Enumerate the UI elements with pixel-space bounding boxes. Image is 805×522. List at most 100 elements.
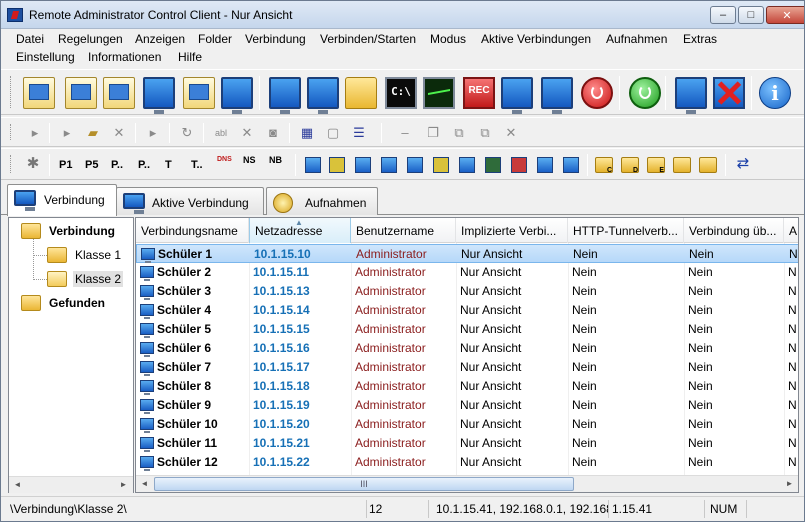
scroll-thumb[interactable]: III <box>154 477 574 491</box>
scroll-left-icon[interactable]: ◄ <box>136 476 153 492</box>
tab-aufnahmen[interactable]: Aufnahmen <box>266 187 378 215</box>
settings-monitor-icon[interactable] <box>221 77 253 114</box>
table-row[interactable]: Schüler 6 10.1.15.16 Administrator Nur Ansi… <box>136 339 798 358</box>
rename-icon[interactable]: abl <box>213 125 229 141</box>
table-row[interactable]: Schüler 3 10.1.15.13 Administrator Nur Ansi… <box>136 282 798 301</box>
menu-einstellung[interactable]: Einstellung <box>15 50 76 64</box>
menu-aufnahmen[interactable]: Aufnahmen <box>605 32 668 46</box>
tile-icon[interactable]: ⧉ <box>477 125 493 141</box>
menu-hilfe[interactable]: Hilfe <box>177 50 203 64</box>
scroll-document-icon[interactable] <box>65 77 97 109</box>
full-control-icon[interactable] <box>269 77 301 114</box>
nbstat-button[interactable]: NB <box>269 156 287 174</box>
tools-icon[interactable]: ✱ <box>25 156 41 172</box>
processes-icon[interactable] <box>433 157 449 173</box>
restore-child-icon[interactable]: ❐ <box>425 125 441 141</box>
shutdown-icon[interactable] <box>581 77 613 109</box>
toolbar-grip[interactable] <box>10 155 13 173</box>
menu-anzeigen[interactable]: Anzeigen <box>134 32 186 46</box>
tree-node-gefunden[interactable]: Gefunden <box>21 292 107 314</box>
menu-verbindung[interactable]: Verbindung <box>244 32 307 46</box>
large-icons-view-icon[interactable]: ▦ <box>299 125 315 141</box>
menu-informationen[interactable]: Informationen <box>87 50 162 64</box>
open-drive-icon[interactable] <box>673 157 691 173</box>
record-icon[interactable]: REC <box>463 77 495 109</box>
table-row[interactable]: Schüler 11 10.1.15.21 Administrator Nur Ans… <box>136 434 798 453</box>
menu-extras[interactable]: Extras <box>682 32 718 46</box>
scroll-left-icon[interactable]: ◄ <box>9 477 26 493</box>
tree-node-klasse-1[interactable]: Klasse 1 <box>47 244 123 266</box>
traffic-monitor-icon[interactable] <box>423 77 455 109</box>
ping-custom-button[interactable]: P.. <box>138 156 156 174</box>
event-log-icon[interactable] <box>485 157 501 173</box>
column-header-benutzername[interactable]: Benutzername <box>351 218 456 243</box>
drive-e-icon[interactable]: E <box>647 157 665 174</box>
menu-verbinden-starten[interactable]: Verbinden/Starten <box>319 32 417 46</box>
toolbar-grip[interactable] <box>10 76 13 108</box>
scroll-right-icon[interactable]: ► <box>115 477 132 493</box>
remove-icon[interactable]: ✕ <box>239 125 255 141</box>
drive-d-icon[interactable]: D <box>621 157 639 174</box>
details-view-icon[interactable]: ☰ <box>351 125 367 141</box>
small-icons-view-icon[interactable]: ▢ <box>325 125 341 141</box>
dns-lookup-button[interactable]: DNS <box>217 156 235 174</box>
scan-network-icon[interactable] <box>143 77 175 114</box>
column-header-verbindung-ueber[interactable]: Verbindung üb... <box>684 218 784 243</box>
list-horizontal-scrollbar[interactable]: ◄ III ► <box>136 475 798 492</box>
table-row[interactable]: Schüler 2 10.1.15.11 Administrator Nur Ansi… <box>136 263 798 282</box>
telnet-icon[interactable]: C:\ <box>385 77 417 109</box>
menu-modus[interactable]: Modus <box>429 32 467 46</box>
menu-regelungen[interactable]: Regelungen <box>57 32 124 46</box>
play-icon[interactable]: ▸ <box>145 125 161 141</box>
play-icon[interactable]: ▸ <box>27 125 43 141</box>
devices-icon[interactable] <box>537 157 553 173</box>
refresh-icon[interactable]: ↻ <box>179 125 195 141</box>
menu-datei[interactable]: Datei <box>15 32 45 46</box>
wake-on-lan-icon[interactable] <box>629 77 661 109</box>
delete-drive-icon[interactable] <box>699 157 717 173</box>
ping-5-button[interactable]: P5 <box>85 156 103 174</box>
nslookup-button[interactable]: NS <box>243 156 261 174</box>
swap-icon[interactable]: ⇄ <box>735 156 751 172</box>
maximize-button[interactable]: □ <box>738 6 764 24</box>
services-icon[interactable] <box>329 157 345 173</box>
menu-aktive-verbindungen[interactable]: Aktive Verbindungen <box>480 32 592 46</box>
table-row[interactable]: Schüler 5 10.1.15.15 Administrator Nur Ansi… <box>136 320 798 339</box>
column-header-netzadresse[interactable]: ▲ Netzadresse <box>249 218 351 243</box>
table-row[interactable]: Schüler 8 10.1.15.18 Administrator Nur Ansi… <box>136 377 798 396</box>
system-info-icon[interactable] <box>305 157 321 173</box>
tab-verbindung[interactable]: Verbindung <box>7 184 117 216</box>
menu-folder[interactable]: Folder <box>197 32 233 46</box>
trace-custom-button[interactable]: T.. <box>191 156 209 174</box>
close-button[interactable]: ✕ <box>766 6 804 24</box>
scroll-right-icon[interactable]: ► <box>781 476 798 492</box>
drive-c-icon[interactable]: C <box>595 157 613 174</box>
delete-icon[interactable]: ✕ <box>111 125 127 141</box>
connect-document-icon[interactable] <box>23 77 55 109</box>
camera-icon[interactable]: ◙ <box>265 125 281 141</box>
table-row[interactable]: Schüler 1 10.1.15.10 Administrator Nur Ansi… <box>136 244 798 263</box>
title-bar[interactable]: Remote Administrator Control Client - Nu… <box>1 1 804 29</box>
tree-horizontal-scrollbar[interactable]: ◄ ► <box>9 476 133 493</box>
table-row[interactable]: Schüler 12 10.1.15.22 Administrator Nur Ans… <box>136 453 798 472</box>
close-connection-icon[interactable] <box>713 77 745 109</box>
computer-icon[interactable] <box>355 157 371 173</box>
view-only-icon[interactable] <box>307 77 339 114</box>
chat-icon[interactable] <box>501 77 533 114</box>
tab-aktive-verbindung[interactable]: Aktive Verbindung <box>116 187 264 215</box>
minimize-button[interactable]: – <box>710 6 736 24</box>
file-transfer-icon[interactable] <box>345 77 377 109</box>
users-icon[interactable] <box>381 157 397 173</box>
play-icon[interactable]: ▸ <box>59 125 75 141</box>
table-row[interactable]: Schüler 4 10.1.15.14 Administrator Nur Ansi… <box>136 301 798 320</box>
table-row[interactable]: Schüler 7 10.1.15.17 Administrator Nur Ansi… <box>136 358 798 377</box>
trace-button[interactable]: T <box>165 156 183 174</box>
column-header-a[interactable]: A <box>784 218 798 243</box>
close-child-icon[interactable]: ✕ <box>503 125 519 141</box>
cascade-icon[interactable]: ⧉ <box>451 125 467 141</box>
network-icon[interactable] <box>407 157 423 173</box>
shares-icon[interactable] <box>459 157 475 173</box>
column-header-http-tunnel[interactable]: HTTP-Tunnelverb... <box>568 218 684 243</box>
disconnect-icon[interactable] <box>675 77 707 114</box>
drivers-icon[interactable] <box>563 157 579 173</box>
